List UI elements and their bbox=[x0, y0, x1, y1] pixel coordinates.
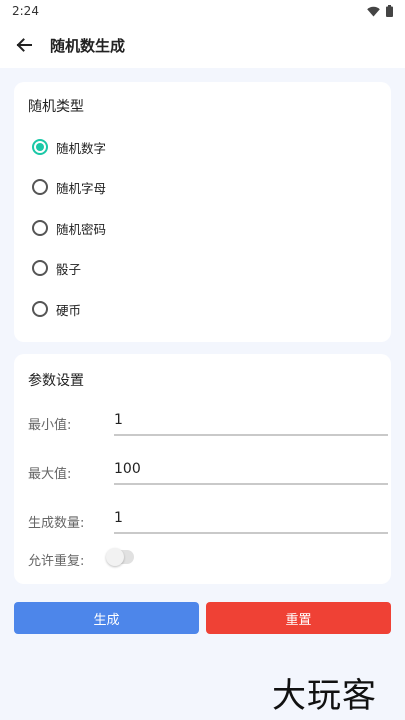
min-value-row: 最小值: bbox=[28, 404, 388, 440]
max-value-input[interactable] bbox=[114, 455, 388, 485]
back-button[interactable] bbox=[12, 33, 36, 57]
watermark: 大玩客 bbox=[272, 676, 377, 716]
page-title: 随机数生成 bbox=[50, 36, 126, 55]
battery-icon bbox=[386, 5, 393, 17]
radio-label: 随机密码 bbox=[56, 221, 107, 237]
params-card: 参数设置 最小值: 最大值: 生成数量: 允许重复: bbox=[14, 354, 391, 584]
toggle-knob bbox=[106, 548, 124, 566]
params-title: 参数设置 bbox=[28, 373, 84, 389]
radio-unselected-icon bbox=[32, 301, 48, 317]
radio-label: 随机数字 bbox=[56, 140, 107, 156]
max-value-row: 最大值: bbox=[28, 453, 388, 489]
radio-random-password[interactable]: 随机密码 bbox=[32, 216, 106, 240]
radio-label: 骰子 bbox=[56, 261, 82, 277]
count-row: 生成数量: bbox=[28, 502, 388, 538]
arrow-left-icon bbox=[16, 38, 32, 52]
allow-repeat-toggle[interactable] bbox=[106, 548, 134, 566]
generate-button[interactable]: 生成 bbox=[14, 602, 199, 634]
min-value-label: 最小值: bbox=[28, 418, 72, 433]
max-value-label: 最大值: bbox=[28, 467, 72, 482]
radio-dice[interactable]: 骰子 bbox=[32, 256, 81, 280]
wifi-icon bbox=[367, 6, 380, 16]
radio-random-number[interactable]: 随机数字 bbox=[32, 135, 106, 159]
count-input[interactable] bbox=[114, 504, 388, 534]
allow-repeat-label: 允许重复: bbox=[28, 554, 85, 569]
random-type-title: 随机类型 bbox=[28, 99, 84, 115]
app-bar: 随机数生成 bbox=[0, 22, 405, 68]
radio-unselected-icon bbox=[32, 179, 48, 195]
radio-label: 硬币 bbox=[56, 302, 82, 318]
status-icons bbox=[367, 5, 393, 17]
radio-label: 随机字母 bbox=[56, 180, 107, 196]
radio-unselected-icon bbox=[32, 260, 48, 276]
radio-random-letter[interactable]: 随机字母 bbox=[32, 175, 106, 199]
random-type-card: 随机类型 随机数字 随机字母 随机密码 骰子 硬币 bbox=[14, 82, 391, 342]
reset-button[interactable]: 重置 bbox=[206, 602, 391, 634]
radio-selected-icon bbox=[32, 139, 48, 155]
status-time: 2:24 bbox=[12, 4, 39, 18]
status-bar: 2:24 bbox=[0, 0, 405, 22]
min-value-input[interactable] bbox=[114, 406, 388, 436]
radio-unselected-icon bbox=[32, 220, 48, 236]
allow-repeat-row: 允许重复: bbox=[28, 544, 378, 580]
radio-coin[interactable]: 硬币 bbox=[32, 297, 81, 321]
count-label: 生成数量: bbox=[28, 516, 85, 531]
